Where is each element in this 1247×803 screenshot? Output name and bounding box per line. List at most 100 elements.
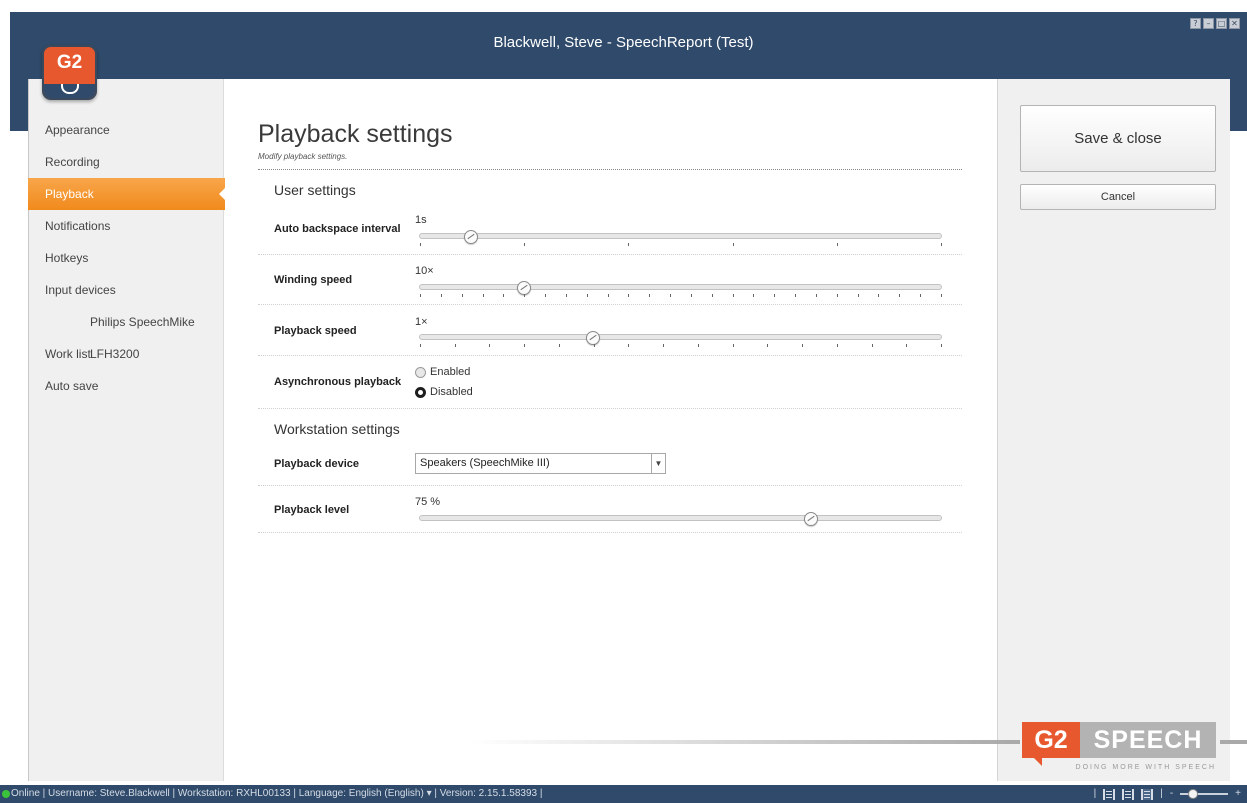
slider-track — [419, 334, 942, 340]
radio-enabled-control[interactable] — [415, 366, 426, 378]
slider-tick — [420, 294, 421, 297]
brand-stripe-end — [1220, 740, 1247, 744]
brand-speech-text: SPEECH — [1080, 722, 1216, 758]
slider-tick — [767, 344, 769, 347]
zoom-out-button[interactable]: - — [1170, 785, 1173, 803]
window-title: Blackwell, Steve - SpeechReport (Test) — [493, 34, 754, 51]
playback-device-select[interactable]: Speakers (SpeechMike III) ▼ — [415, 453, 666, 474]
slider-tick — [420, 344, 421, 347]
auto-backspace-value: 1s — [415, 214, 427, 226]
playback-device-label: Playback device — [274, 458, 360, 470]
settings-nav: Appearance Recording Playback Notificati… — [28, 114, 226, 402]
sidebar-item-input-devices[interactable]: Input devices — [28, 274, 225, 306]
zoom-slider[interactable] — [1180, 789, 1229, 799]
sidebar-item-recording[interactable]: Recording — [28, 146, 225, 178]
slider-tick — [607, 294, 609, 297]
slider-tick — [461, 294, 463, 297]
slider-tick — [697, 344, 699, 347]
zoom-thumb[interactable] — [1187, 789, 1198, 799]
detail-view-icon[interactable] — [1122, 788, 1135, 800]
winding-speed-label: Winding speed — [274, 274, 353, 286]
slider-tick — [920, 294, 922, 297]
slider-thumb[interactable] — [804, 512, 819, 526]
slider-tick — [871, 344, 873, 347]
g2-logo: G2 — [42, 45, 97, 100]
list-view-icon[interactable] — [1103, 788, 1116, 800]
winding-speed-slider[interactable] — [419, 281, 942, 301]
slider-tick — [440, 294, 442, 297]
slider-track — [419, 515, 942, 521]
status-separator: | — [1093, 788, 1097, 799]
help-icon[interactable]: ? — [1190, 18, 1201, 29]
auto-backspace-slider[interactable] — [419, 230, 942, 250]
slider-tick — [753, 294, 755, 297]
slider-thumb[interactable] — [464, 230, 479, 244]
playback-level-label: Playback level — [274, 504, 350, 516]
playback-speed-value: 1× — [415, 316, 428, 328]
sidebar-item-playback[interactable]: Playback — [28, 178, 226, 210]
status-separator: | — [1160, 788, 1163, 799]
frame-right — [1230, 79, 1247, 131]
radio-disabled[interactable]: Disabled — [415, 386, 473, 398]
slider-tick — [558, 344, 560, 347]
window-controls: ? – □ ✕ — [1190, 18, 1240, 29]
maximize-icon[interactable]: □ — [1216, 18, 1227, 29]
sidebar-item-auto-save[interactable]: Auto save — [28, 370, 225, 402]
minimize-icon[interactable]: – — [1203, 18, 1214, 29]
slider-tick — [670, 294, 672, 297]
chevron-down-icon[interactable]: ▼ — [651, 454, 665, 473]
sidebar-item-speechmike[interactable]: Philips SpeechMike LFH3200 — [28, 306, 225, 361]
slider-tick — [941, 344, 942, 347]
sidebar-item-notifications[interactable]: Notifications — [28, 210, 225, 242]
sidebar-item-hotkeys[interactable]: Hotkeys — [28, 242, 225, 274]
slider-tick — [489, 344, 491, 347]
radio-enabled-label: Enabled — [430, 366, 471, 378]
g2-speech-logo: G2 SPEECH DOING MORE WITH SPEECH — [1018, 722, 1218, 777]
winding-speed-value: 10× — [415, 265, 434, 277]
slider-tick — [732, 344, 734, 347]
status-bar: Online | Username: Steve.Blackwell | Wor… — [0, 785, 1247, 803]
slider-thumb[interactable] — [516, 281, 531, 295]
slider-thumb[interactable] — [586, 331, 601, 345]
slider-tick — [663, 344, 665, 347]
workstation-settings-heading: Workstation settings — [274, 421, 400, 437]
slider-tick — [774, 294, 776, 297]
page-subtitle: Modify playback settings. — [258, 152, 348, 161]
playback-speed-label: Playback speed — [274, 325, 357, 337]
row-divider — [258, 408, 962, 409]
status-text: Online | Username: Steve.Blackwell | Wor… — [11, 788, 543, 799]
split-view-icon[interactable] — [1141, 788, 1154, 800]
user-settings-heading: User settings — [274, 182, 356, 198]
slider-tick — [565, 294, 567, 297]
row-divider — [258, 532, 962, 533]
slider-tick — [503, 294, 505, 297]
slider-tick — [649, 294, 651, 297]
cancel-button[interactable]: Cancel — [1020, 184, 1216, 210]
radio-disabled-control[interactable] — [415, 386, 426, 398]
frame-left — [10, 79, 28, 131]
slider-tick — [690, 294, 692, 297]
playback-speed-slider[interactable] — [419, 331, 942, 351]
online-status-icon — [2, 790, 10, 798]
save-close-button[interactable]: Save & close — [1020, 105, 1216, 172]
slider-tick — [836, 344, 838, 347]
slider-tick — [906, 344, 908, 347]
sidebar-item-work-list[interactable]: Work list — [28, 338, 225, 370]
slider-tick — [628, 344, 630, 347]
slider-tick — [836, 243, 838, 246]
screen-top-band — [0, 0, 1247, 12]
slider-tick — [941, 294, 942, 297]
slider-tick — [899, 294, 901, 297]
row-divider — [258, 485, 962, 486]
close-icon[interactable]: ✕ — [1229, 18, 1240, 29]
zoom-in-button[interactable]: + — [1235, 785, 1241, 803]
slider-tick — [524, 243, 526, 246]
row-divider — [258, 254, 962, 255]
slider-tick — [795, 294, 797, 297]
slider-tick — [878, 294, 880, 297]
slider-tick — [454, 344, 456, 347]
playback-level-slider[interactable] — [419, 512, 942, 532]
title-divider — [258, 169, 962, 170]
sidebar-item-appearance[interactable]: Appearance — [28, 114, 225, 146]
radio-enabled[interactable]: Enabled — [415, 366, 470, 378]
